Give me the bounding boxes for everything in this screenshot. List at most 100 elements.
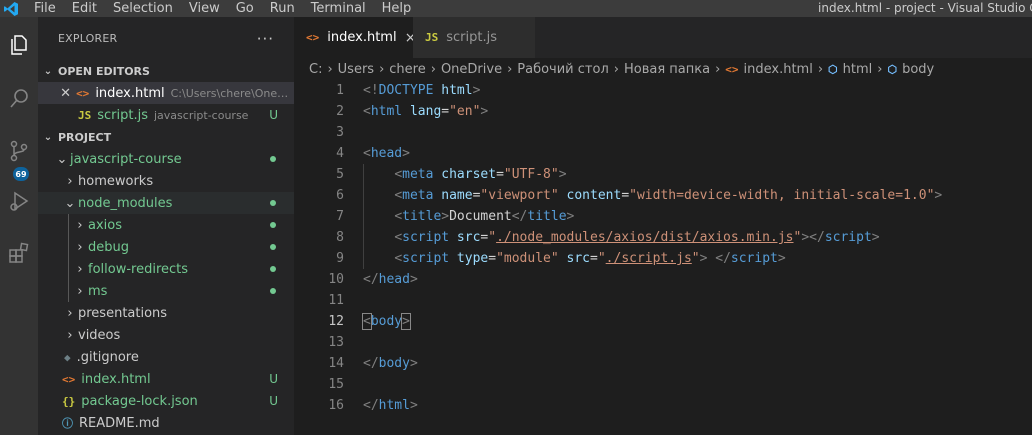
indent-guide [68,258,69,280]
sidebar-title: EXPLORER [58,32,118,45]
menu-edit[interactable]: Edit [64,0,105,17]
tab-script-js[interactable]: JS script.js [413,17,536,58]
breadcrumb-item[interactable]: index.html [744,62,813,77]
code-line: 1 <!DOCTYPE html> [294,80,1032,101]
more-actions-icon[interactable]: ··· [257,30,274,48]
indent-guide [68,280,69,302]
file-gitignore[interactable]: ◆ .gitignore [38,346,294,368]
json-file-icon: {} [62,394,76,408]
breadcrumb-item[interactable]: Новая папка [624,62,710,77]
info-file-icon: ⓘ [62,417,73,430]
search-icon[interactable] [0,79,38,119]
tree-item-label: index.html [81,371,151,387]
menu-file[interactable]: File [26,0,64,17]
chevron-right-icon: › [67,305,73,321]
line-number: 3 [336,125,344,140]
chevron-down-icon: ⌄ [43,131,53,143]
chevron-right-icon: › [77,283,83,299]
tab-index-html[interactable]: <> index.html × [294,17,416,58]
html-file-icon: <> [306,31,320,44]
chevron-down-icon: ⌄ [64,195,76,211]
breadcrumb-item[interactable]: html [843,62,873,77]
menu-view[interactable]: View [181,0,228,17]
tree-item-label: presentations [78,305,168,321]
chevron-down-icon: ⌄ [56,151,68,167]
folder-axios[interactable]: › axios [38,214,294,236]
folder-homeworks[interactable]: › homeworks [38,170,294,192]
open-editor-item-index-html[interactable]: ✕ <> index.html C:\Users\chere\OneDrive\… [38,82,294,104]
open-editor-item-script-js[interactable]: JS script.js javascript-course U [38,104,294,126]
chevron-right-icon: › [77,239,83,255]
line-number: 9 [336,251,344,266]
line-number: 14 [328,356,344,371]
open-editor-path: javascript-course [154,108,249,122]
folder-ms[interactable]: › ms [38,280,294,302]
menu-run[interactable]: Run [262,0,303,17]
line-number: 8 [336,230,344,245]
run-debug-icon[interactable] [0,181,38,221]
folder-debug[interactable]: › debug [38,236,294,258]
breadcrumb-item[interactable]: chere [389,62,425,77]
folder-videos[interactable]: › videos [38,324,294,346]
extensions-icon[interactable] [0,233,38,273]
open-editors-section[interactable]: ⌄ OPEN EDITORS [38,60,294,82]
explorer-icon[interactable] [0,25,38,65]
code-line: 9 <script type="module" src="./script.js… [294,248,1032,269]
chevron-right-icon: › [430,61,436,77]
code-line: 4 <head> [294,143,1032,164]
menu-help[interactable]: Help [374,0,420,17]
file-package-lock-json[interactable]: {} package-lock.json U [38,390,294,412]
indent-guide [68,214,69,236]
folder-follow-redirects[interactable]: › follow-redirects [38,258,294,280]
tree-item-label: javascript-course [70,151,182,167]
text-cursor [409,314,411,329]
close-icon[interactable]: ✕ [58,86,73,101]
chevron-right-icon: › [67,173,73,189]
breadcrumb-item[interactable]: body [902,62,934,77]
source-control-icon[interactable] [0,131,38,171]
scm-badge: 69 [13,167,29,181]
js-file-icon: JS [425,31,439,44]
js-file-icon: JS [78,108,92,122]
html-file-icon: <> [62,372,76,386]
breadcrumb-item[interactable]: C: [309,62,322,77]
line-number: 15 [328,377,344,392]
line-number: 7 [336,209,344,224]
code-line: 11 [294,290,1032,311]
tree-item-label: .gitignore [76,349,139,365]
file-readme-md[interactable]: ⓘ README.md [38,412,294,434]
menu-terminal[interactable]: Terminal [303,0,374,17]
script-src-link[interactable]: ./node_modules/axios/dist/axios.min.js [496,230,793,245]
code-line: 16 </html> [294,395,1032,416]
menu-selection[interactable]: Selection [105,0,181,17]
modified-dot [270,288,276,294]
chevron-right-icon: › [877,61,883,77]
menu-go[interactable]: Go [228,0,262,17]
folder-javascript-course[interactable]: ⌄ javascript-course [38,148,294,170]
code-line: 5 <meta charset="UTF-8"> [294,164,1032,185]
folder-node-modules[interactable]: ⌄ node_modules [38,192,294,214]
code-editor[interactable]: 1 <!DOCTYPE html> 2 <html lang="en"> 3 4… [294,80,1032,416]
code-line: 15 [294,374,1032,395]
untracked-badge: U [269,372,278,386]
breadcrumb-item[interactable]: Рабочий стол [517,62,608,77]
line-number: 6 [336,188,344,203]
code-line: 3 [294,122,1032,143]
modified-dot [270,266,276,272]
breadcrumb-item[interactable]: Users [338,62,374,77]
modified-dot [270,200,276,206]
tree-item-label: videos [78,327,121,343]
project-section[interactable]: ⌄ PROJECT [38,126,294,148]
script-src-link[interactable]: ./script.js [606,251,692,266]
indent-guide [363,164,364,269]
folder-presentations[interactable]: › presentations [38,302,294,324]
tree-item-label: ms [88,283,108,299]
chevron-right-icon: › [67,327,73,343]
tree-item-label: debug [88,239,129,255]
chevron-right-icon: › [507,61,513,77]
element-cube-icon: ⬡ [887,62,898,76]
breadcrumb-item[interactable]: OneDrive [441,62,502,77]
chevron-right-icon: › [327,61,333,77]
code-line: 2 <html lang="en"> [294,101,1032,122]
file-index-html[interactable]: <> index.html U [38,368,294,390]
